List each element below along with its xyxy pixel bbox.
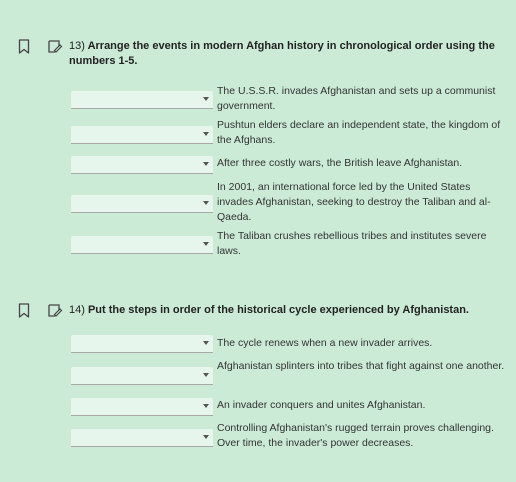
edit-note-icon[interactable] [47,39,63,54]
answer-text: The U.S.S.R. invades Afghanistan and set… [217,85,496,112]
answer-text: An invader conquers and unites Afghanist… [217,399,426,411]
question-13: 13) Arrange the events in modern Afghan … [0,36,516,257]
answer-text: The Taliban crushes rebellious tribes an… [217,230,487,257]
chevron-down-icon [203,97,209,101]
order-dropdown[interactable] [71,429,213,447]
answer-text: Afghanistan splinters into tribes that f… [217,360,505,372]
order-dropdown[interactable] [71,236,213,254]
answer-text: Controlling Afghanistan's rugged terrain… [217,422,494,449]
chevron-down-icon [203,201,209,205]
question-number: 14) [69,304,85,316]
edit-note-icon[interactable] [47,303,63,318]
chevron-down-icon [203,373,209,377]
chevron-down-icon [203,162,209,166]
chevron-down-icon [203,242,209,246]
question-prompt: 14) Put the steps in order of the histor… [69,303,509,318]
question-header: 14) Put the steps in order of the histor… [0,300,516,332]
order-dropdown[interactable] [71,335,213,353]
question-number: 13) [69,40,85,52]
order-dropdown[interactable] [71,367,213,385]
answer-text: After three costly wars, the British lea… [217,157,463,169]
question-header: 13) Arrange the events in modern Afghan … [0,36,516,68]
bookmark-icon[interactable] [18,39,30,54]
answer-text: In 2001, an international force led by t… [217,181,491,223]
question-text: Arrange the events in modern Afghan hist… [69,40,495,67]
question-text: Put the steps in order of the historical… [87,304,469,316]
order-dropdown[interactable] [71,195,213,213]
question-prompt: 13) Arrange the events in modern Afghan … [69,39,509,69]
order-dropdown[interactable] [71,91,213,109]
question-14: 14) Put the steps in order of the histor… [0,300,516,449]
answer-text: The cycle renews when a new invader arri… [217,337,433,349]
order-dropdown[interactable] [71,126,213,144]
chevron-down-icon [203,404,209,408]
answer-text: Pushtun elders declare an independent st… [217,119,501,146]
order-dropdown[interactable] [71,156,213,174]
order-dropdown[interactable] [71,398,213,416]
chevron-down-icon [203,435,209,439]
bookmark-icon[interactable] [18,303,30,318]
chevron-down-icon [203,341,209,345]
chevron-down-icon [203,132,209,136]
